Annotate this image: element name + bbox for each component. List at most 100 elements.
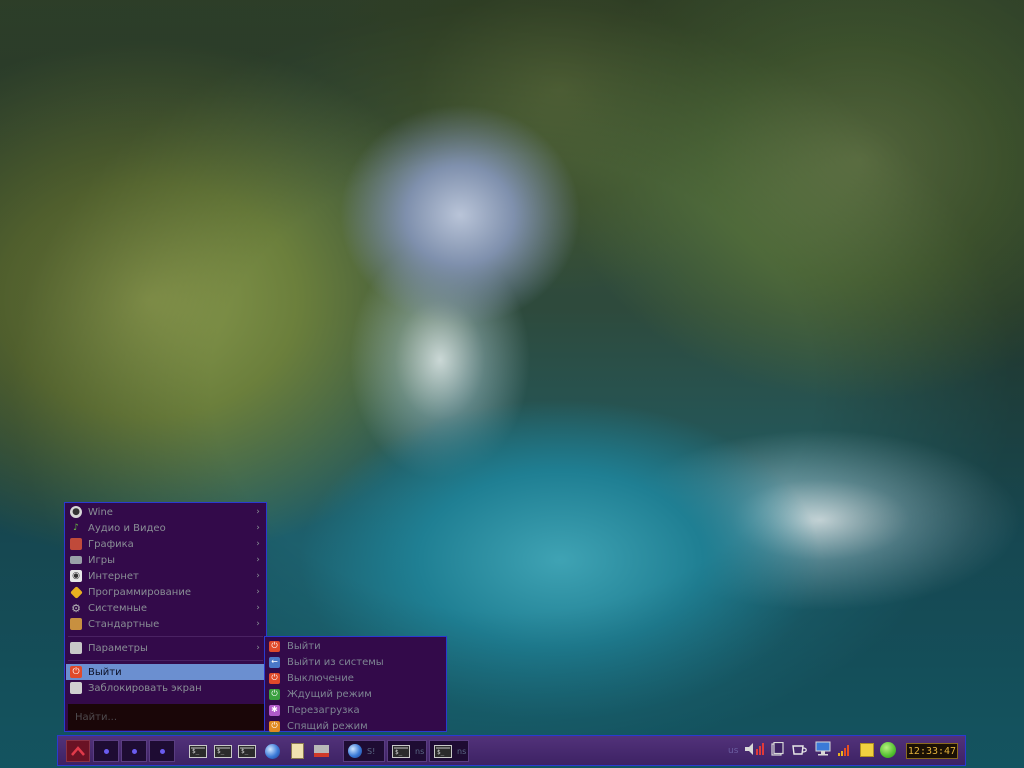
reboot-icon: ✱ — [269, 704, 280, 716]
clipboard-icon[interactable] — [770, 741, 784, 756]
programming-icon — [70, 585, 83, 599]
submenu-item-label: Выключение — [287, 672, 354, 684]
menu-item-system[interactable]: ⚙ Системные › — [66, 600, 265, 616]
submenu-item-label: Выйти — [287, 640, 321, 652]
workspace-2-button[interactable] — [121, 740, 147, 762]
chevron-right-icon: › — [256, 603, 260, 613]
search-input[interactable]: Найти... — [68, 704, 264, 730]
gear-icon: ⚙ — [71, 601, 81, 615]
submenu-item-hibernate[interactable]: ⏻ Спящий режим — [266, 718, 446, 734]
chevron-right-icon: › — [256, 507, 260, 517]
chevron-right-icon: › — [256, 619, 260, 629]
music-note-icon: ♪ — [73, 522, 79, 533]
terminal-icon — [392, 744, 410, 758]
launcher-terminal-1[interactable] — [189, 742, 207, 760]
globe-icon — [348, 744, 362, 758]
task-terminal-2[interactable]: ns — [429, 740, 469, 762]
status-indicator-icon[interactable] — [880, 742, 896, 758]
submenu-item-label: Ждущий режим — [287, 688, 372, 700]
power-icon: ⏻ — [70, 666, 82, 678]
lock-icon — [70, 682, 82, 694]
menu-item-wine[interactable]: ● Wine › — [66, 504, 265, 520]
sticky-notes-icon[interactable] — [860, 743, 874, 757]
submenu-item-shutdown[interactable]: ⏻ Выключение — [266, 670, 446, 686]
menu-item-audio-video[interactable]: ♪ Аудио и Видео › — [66, 520, 265, 536]
volume-icon[interactable] — [744, 742, 764, 756]
workspace-dot-icon — [131, 748, 137, 754]
menu-item-internet[interactable]: ◉ Интернет › — [66, 568, 265, 584]
launcher-terminal-3[interactable] — [238, 742, 256, 760]
submenu-item-logout[interactable]: ← Выйти из системы — [266, 654, 446, 670]
network-monitor-icon[interactable] — [815, 741, 831, 756]
submenu-item-exit[interactable]: ⏻ Выйти — [266, 638, 446, 654]
globe-icon — [264, 743, 280, 759]
launcher-terminal-2[interactable] — [214, 742, 232, 760]
start-menu-button[interactable] — [66, 740, 90, 762]
menu-item-logout[interactable]: ⏻ Выйти — [66, 664, 265, 680]
power-icon: ⏻ — [269, 640, 280, 652]
launcher-text-editor[interactable] — [288, 742, 306, 760]
chevron-up-icon — [71, 746, 85, 756]
menu-separator — [68, 660, 263, 661]
task-label: ns — [415, 746, 425, 756]
shutdown-icon: ⏻ — [269, 672, 280, 684]
task-terminal-1[interactable]: ns — [387, 740, 427, 762]
menu-separator — [68, 636, 263, 637]
launcher-browser[interactable] — [263, 742, 281, 760]
menu-item-label: Интернет — [88, 570, 139, 582]
clock[interactable]: 12:33:47 — [906, 743, 958, 759]
hibernate-icon: ⏻ — [269, 720, 280, 732]
menu-item-label: Стандартные — [88, 618, 160, 630]
settings-icon — [70, 642, 82, 654]
workspace-dot-icon — [159, 748, 165, 754]
workspace-1-button[interactable] — [93, 740, 119, 762]
terminal-icon — [189, 744, 207, 758]
logout-arrow-icon: ← — [269, 656, 280, 668]
menu-item-label: Заблокировать экран — [88, 682, 202, 694]
standby-icon: ⏻ — [269, 688, 280, 700]
workspace-3-button[interactable] — [149, 740, 175, 762]
menu-item-label: Игры — [88, 554, 115, 566]
chevron-right-icon: › — [256, 571, 260, 581]
text-editor-icon — [290, 743, 304, 759]
menu-item-lock-screen[interactable]: Заблокировать экран — [66, 680, 265, 696]
menu-item-label: Графика — [88, 538, 134, 550]
menu-item-graphics[interactable]: Графика › — [66, 536, 265, 552]
menu-item-label: Аудио и Видео — [88, 522, 166, 534]
task-label: S! — [367, 746, 376, 756]
logout-submenu: ⏻ Выйти ← Выйти из системы ⏻ Выключение … — [264, 636, 447, 732]
internet-icon: ◉ — [70, 570, 82, 582]
submenu-item-label: Выйти из системы — [287, 656, 384, 668]
workspace-dot-icon — [103, 748, 109, 754]
menu-item-label: Параметры — [88, 642, 148, 654]
menu-item-label: Wine — [88, 506, 113, 518]
menu-item-label: Выйти — [88, 666, 122, 678]
graphics-icon — [70, 538, 82, 550]
wine-icon: ● — [70, 506, 82, 518]
terminal-icon — [434, 744, 452, 758]
coffee-cup-icon[interactable] — [792, 744, 808, 756]
chevron-right-icon: › — [256, 643, 260, 653]
submenu-item-label: Перезагрузка — [287, 704, 360, 716]
terminal-icon — [214, 744, 232, 758]
menu-item-label: Программирование — [88, 586, 191, 598]
menu-item-label: Системные — [88, 602, 148, 614]
menu-item-settings[interactable]: Параметры › — [66, 640, 265, 656]
menu-item-accessories[interactable]: Стандартные › — [66, 616, 265, 632]
application-menu: ● Wine › ♪ Аудио и Видео › Графика › Игр… — [64, 502, 267, 732]
menu-item-programming[interactable]: Программирование › — [66, 584, 265, 600]
submenu-item-reboot[interactable]: ✱ Перезагрузка — [266, 702, 446, 718]
chevron-right-icon: › — [256, 523, 260, 533]
launcher-screenshot[interactable] — [312, 742, 330, 760]
menu-item-games[interactable]: Игры › — [66, 552, 265, 568]
task-browser[interactable]: S! — [343, 740, 385, 762]
submenu-item-label: Спящий режим — [287, 720, 368, 732]
submenu-item-standby[interactable]: ⏻ Ждущий режим — [266, 686, 446, 702]
signal-strength-icon[interactable] — [838, 744, 850, 756]
keyboard-layout-indicator[interactable]: us — [728, 746, 738, 756]
accessories-icon — [70, 618, 82, 630]
terminal-icon — [238, 744, 256, 758]
screenshot-icon — [313, 745, 329, 757]
gamepad-icon — [70, 556, 82, 564]
chevron-right-icon: › — [256, 587, 260, 597]
